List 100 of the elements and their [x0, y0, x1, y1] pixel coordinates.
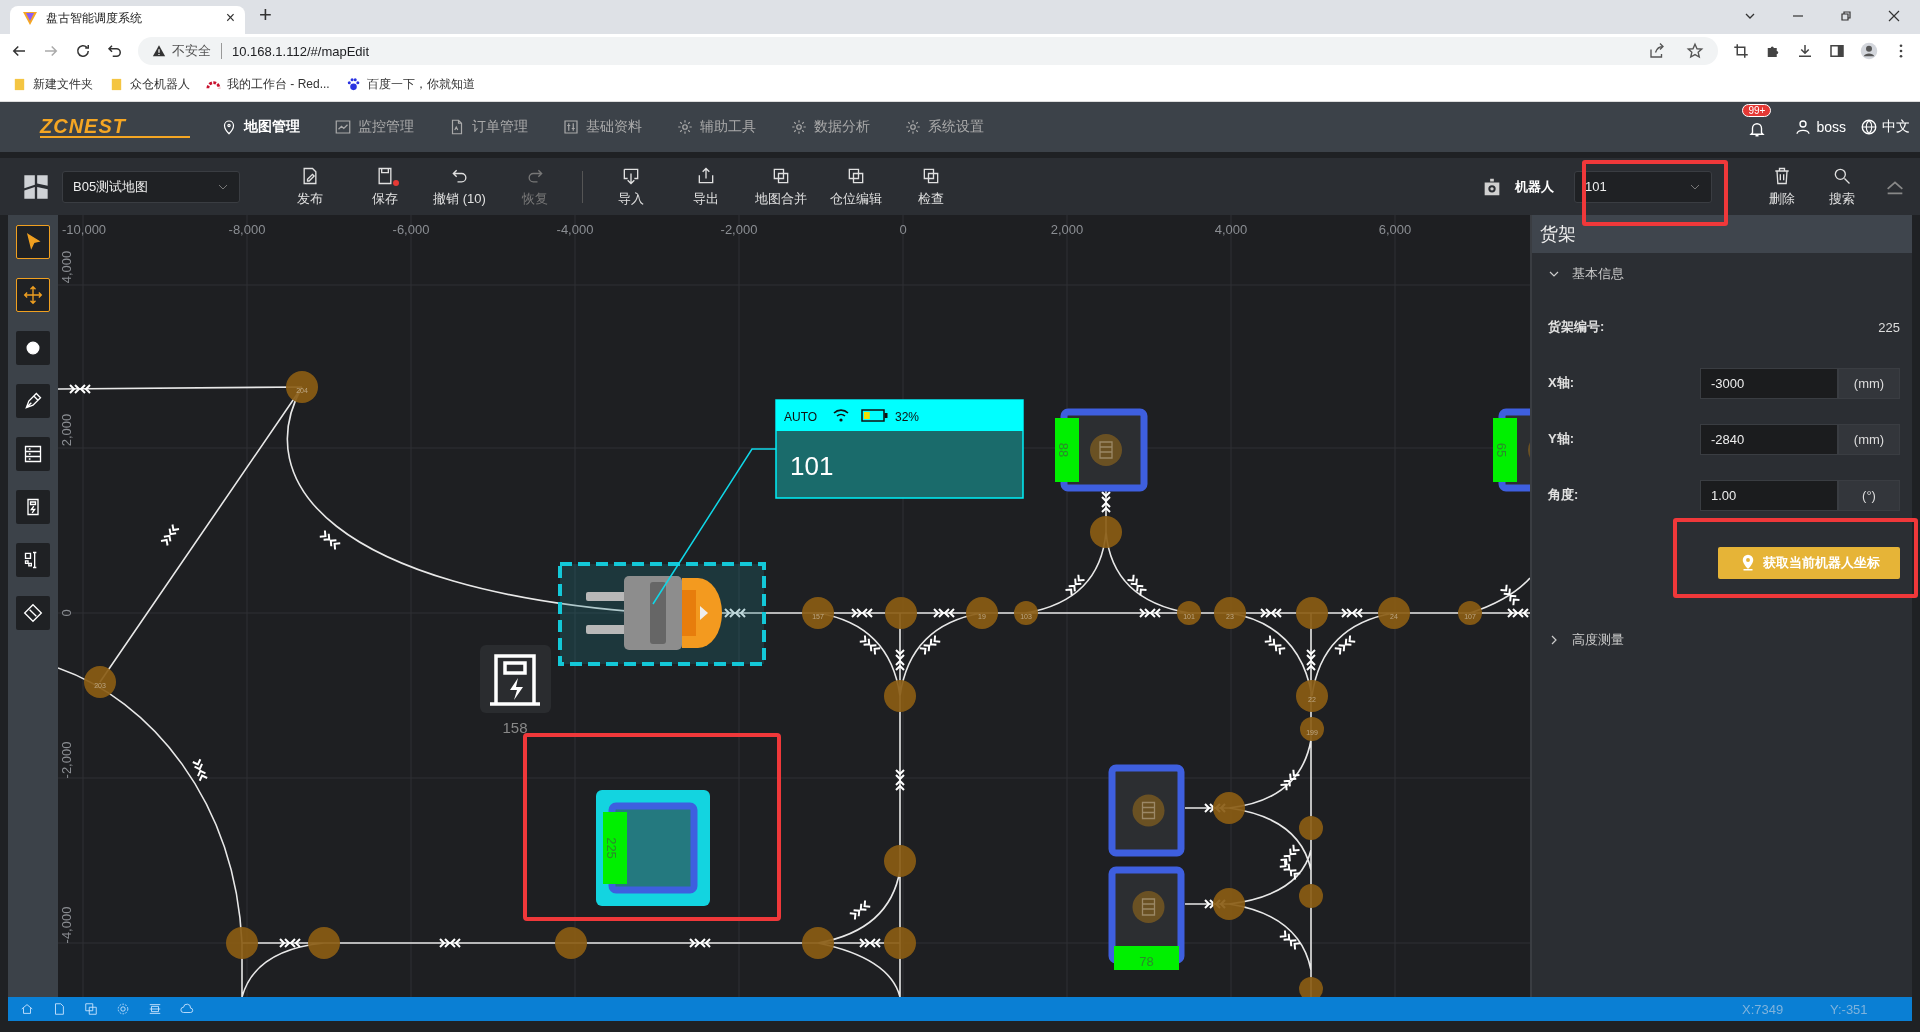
waypoint-node[interactable]	[555, 927, 587, 959]
map-tool-button[interactable]	[16, 225, 50, 259]
language-menu[interactable]: 中文	[1860, 118, 1910, 136]
axis-tick-label: 2,000	[59, 413, 74, 447]
nav-menu-item[interactable]: 辅助工具	[676, 118, 756, 136]
toolbar-button[interactable]: 导出	[668, 165, 743, 208]
waypoint-node[interactable]	[1213, 888, 1245, 920]
brand-logo: ZCNEST	[40, 116, 190, 138]
toolbar-button[interactable]: 地图合并	[743, 165, 818, 208]
star-icon[interactable]	[1686, 42, 1704, 60]
unit-addon: (mm)	[1838, 423, 1900, 455]
waypoint-node[interactable]	[1299, 816, 1323, 840]
sidebar-icon[interactable]	[1828, 42, 1846, 60]
input-field[interactable]: -3000	[1700, 367, 1838, 399]
address-bar[interactable]: 不安全 10.168.1.112/#/mapEdit	[138, 37, 1718, 65]
toolbar-button[interactable]: 检查	[893, 165, 968, 208]
waypoint-node[interactable]	[802, 927, 834, 959]
browser-tab[interactable]: 盘古智能调度系统 ×	[10, 6, 245, 34]
restore-icon[interactable]	[1838, 8, 1854, 24]
robot-select[interactable]: 101	[1574, 170, 1712, 203]
section-header[interactable]: 基本信息	[1532, 253, 1912, 295]
toolbar-button[interactable]: 保存	[347, 165, 422, 208]
map-tool-button[interactable]	[16, 490, 50, 524]
toolbar-button[interactable]: 删除	[1752, 165, 1812, 208]
gear-icon	[790, 118, 808, 136]
map-tool-button[interactable]	[16, 384, 50, 418]
map-tool-button[interactable]	[16, 543, 50, 577]
nav-menu-item[interactable]: 订单管理	[448, 118, 528, 136]
home-icon[interactable]	[20, 1002, 34, 1016]
waypoint-node[interactable]	[1296, 597, 1328, 629]
toolbar-button[interactable]: 撤销 (10)	[422, 165, 497, 208]
waypoint-node[interactable]	[885, 597, 917, 629]
section-header[interactable]: 高度测量	[1532, 619, 1912, 661]
robot-mode: AUTO	[784, 410, 818, 424]
gear-icon	[904, 118, 922, 136]
list-icon[interactable]	[148, 1002, 162, 1016]
download-icon[interactable]	[1796, 42, 1814, 60]
bookmark-item[interactable]: 百度一下，你就知道	[345, 76, 475, 93]
waypoint-node[interactable]	[884, 680, 916, 712]
input-field[interactable]: 1.00	[1700, 479, 1838, 511]
map-tool-button[interactable]	[16, 331, 50, 365]
map-select[interactable]: B05测试地图	[62, 170, 240, 203]
map-tool-button[interactable]	[16, 278, 50, 312]
nav-menu-item[interactable]: 监控管理	[334, 118, 414, 136]
sliders-icon	[562, 118, 580, 136]
tab-close-button[interactable]: ×	[225, 9, 235, 27]
app-logo-icon	[22, 10, 38, 26]
crop-icon[interactable]	[1732, 42, 1750, 60]
nav-menu-item[interactable]: 数据分析	[790, 118, 870, 136]
field-label: 货架编号:	[1548, 318, 1605, 336]
waypoint-node[interactable]	[884, 927, 916, 959]
folder-icon	[12, 77, 27, 92]
tab-title: 盘古智能调度系统	[46, 9, 143, 27]
new-tab-button[interactable]: +	[245, 2, 286, 34]
map-icon[interactable]	[22, 172, 50, 201]
line-chart-icon	[334, 118, 352, 136]
profile-avatar-icon[interactable]	[1860, 42, 1878, 60]
waypoint-node[interactable]	[226, 927, 258, 959]
undo-icon[interactable]	[106, 42, 124, 60]
battery-icon	[861, 409, 888, 422]
gear-icon	[676, 118, 694, 136]
nav-menu-item[interactable]: 基础资料	[562, 118, 642, 136]
axis-tick-label: -4,000	[556, 222, 594, 237]
bookmark-item[interactable]: 我的工作台 - Red...	[206, 76, 330, 93]
tag-icon	[23, 603, 43, 623]
panel-title: 货架	[1532, 215, 1912, 253]
forklift-robot-drawing[interactable]	[586, 576, 722, 650]
shelf-marker[interactable]	[1108, 764, 1185, 857]
cloud-icon[interactable]	[180, 1002, 194, 1016]
axis-tick-label: 6,000	[1378, 222, 1412, 237]
map-tool-button[interactable]	[16, 596, 50, 630]
nav-menu-item[interactable]: 系统设置	[904, 118, 984, 136]
waypoint-node[interactable]	[1213, 792, 1245, 824]
cursor-y-coordinate: Y:-351	[1830, 1001, 1869, 1017]
trash-icon	[1772, 165, 1792, 186]
paw-icon	[345, 77, 361, 92]
user-icon	[1794, 118, 1813, 136]
toolbar-button[interactable]: 仓位编辑	[818, 165, 893, 208]
toolbar-button[interactable]: 发布	[272, 165, 347, 208]
input-field[interactable]: -2840	[1700, 423, 1838, 455]
toolbar-button[interactable]: 搜索	[1812, 165, 1872, 208]
bookmark-item[interactable]: 新建文件夹	[12, 76, 93, 93]
nav-menu-item[interactable]: 地图管理	[220, 118, 300, 136]
close-icon[interactable]	[1886, 8, 1902, 24]
share-icon[interactable]	[1648, 42, 1666, 60]
user-menu[interactable]: boss	[1794, 118, 1846, 136]
bookmark-item[interactable]: 众仓机器人	[109, 76, 190, 93]
waypoint-node[interactable]	[1299, 884, 1323, 908]
axis-tick-label: -4,000	[59, 906, 74, 944]
waypoint-node[interactable]	[1090, 516, 1122, 548]
waypoint-node[interactable]	[1299, 977, 1323, 997]
toolbar-button[interactable]: 导入	[593, 165, 668, 208]
charging-station-icon[interactable]	[480, 645, 551, 713]
waypoint-node[interactable]	[884, 845, 916, 877]
axis-tick-label: 0	[899, 222, 907, 237]
reload-icon[interactable]	[74, 42, 92, 60]
waypoint-node[interactable]	[308, 927, 340, 959]
map-tool-button[interactable]	[16, 437, 50, 471]
document-icon[interactable]	[52, 1002, 66, 1016]
unsaved-dot	[392, 179, 399, 186]
